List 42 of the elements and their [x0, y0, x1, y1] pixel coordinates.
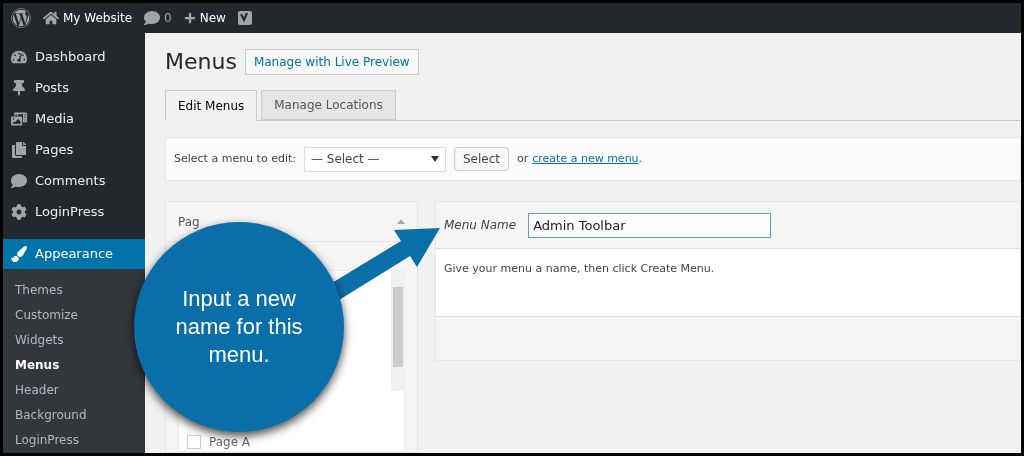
or-text: or [517, 150, 529, 167]
menu-name-field[interactable]: Admin Toolbar [528, 212, 772, 238]
plus-icon[interactable] [183, 12, 196, 24]
menu-hint-text: Give your menu a name, then click Create Menu. [444, 261, 716, 277]
site-name-link[interactable]: My Website [63, 9, 133, 27]
panel-heading: Pag [178, 213, 200, 231]
submenu-item[interactable]: LoginPress [3, 427, 145, 452]
tab[interactable]: Manage Locations [261, 90, 396, 120]
menu-dropdown[interactable]: — Select — [303, 146, 446, 172]
period-text: . [638, 150, 643, 167]
wordpress-logo-icon[interactable] [11, 8, 31, 28]
sidebar-item[interactable]: LoginPress [3, 196, 145, 227]
page-title: Menus [165, 48, 237, 76]
gauge-icon [11, 48, 27, 65]
sidebar-item[interactable]: Comments [3, 165, 145, 196]
checkbox[interactable] [187, 435, 201, 449]
create-menu-link[interactable]: create a new menu [532, 150, 639, 168]
sidebar-item[interactable]: Pages [3, 134, 145, 165]
callout-text: Input a new name for this menu. [174, 285, 304, 369]
dropdown-caret-icon [430, 156, 439, 162]
home-icon[interactable] [43, 10, 59, 26]
gear-icon [11, 203, 27, 220]
sidebar-item[interactable]: Dashboard [3, 41, 145, 72]
page-option-label: Page A [209, 434, 251, 451]
select-menu-label: Select a menu to edit: [174, 150, 296, 167]
pin-icon [11, 79, 27, 96]
sidebar-item[interactable]: Posts [3, 72, 145, 103]
sidebar-item[interactable]: Appearance [3, 239, 145, 269]
plugin-logo-icon[interactable] [237, 10, 252, 26]
sidebar-item[interactable]: Media [3, 103, 145, 134]
media-icon [11, 110, 27, 127]
comment-icon[interactable] [144, 10, 161, 26]
select-button[interactable]: Select [453, 147, 509, 171]
live-preview-button[interactable]: Manage with Live Preview [244, 48, 419, 75]
comments-count: 0 [164, 10, 172, 27]
comment-icon [11, 172, 27, 189]
pages-icon [11, 141, 27, 158]
panel-toggle-icon[interactable] [397, 219, 405, 224]
brush-icon [11, 246, 27, 262]
tab[interactable]: Edit Menus [165, 90, 258, 121]
new-link[interactable]: New [199, 9, 226, 27]
menu-name-label: Menu Name [444, 217, 517, 234]
